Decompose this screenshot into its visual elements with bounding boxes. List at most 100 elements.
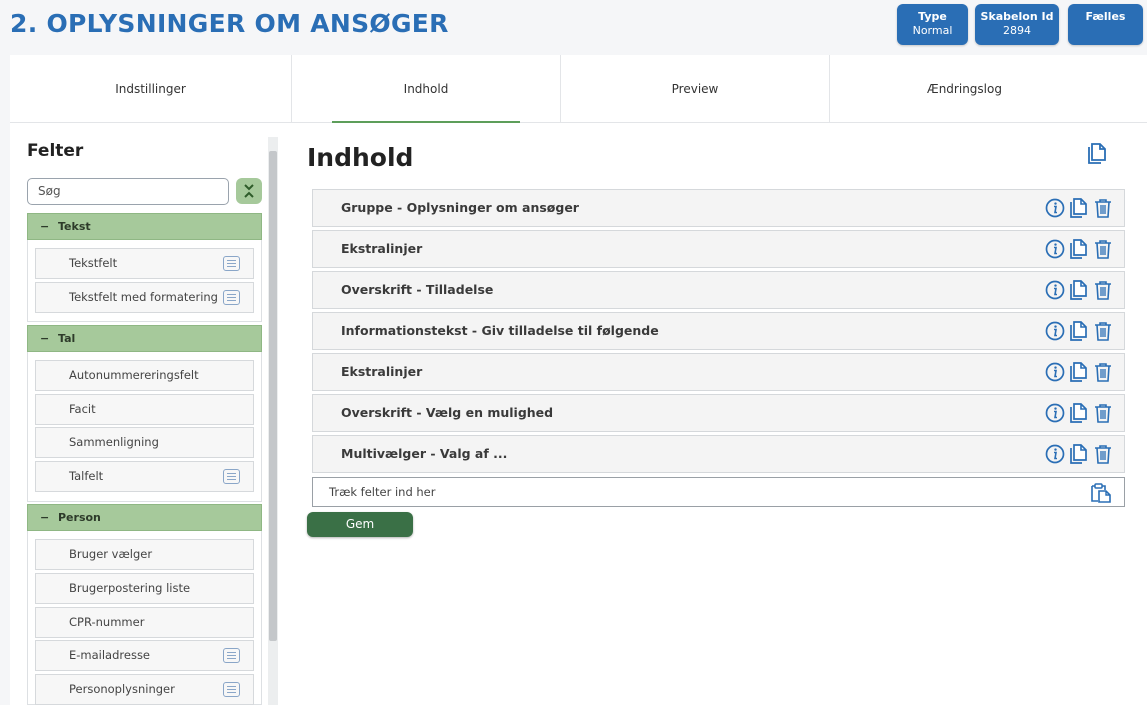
- copy-icon[interactable]: [1069, 321, 1089, 341]
- copy-icon[interactable]: [1069, 280, 1089, 300]
- sidebar-scrollbar[interactable]: [268, 137, 278, 705]
- info-icon[interactable]: [1045, 321, 1065, 341]
- content-row-label: Informationstekst - Giv tilladelse til f…: [341, 323, 659, 338]
- field-item[interactable]: Sammenligning: [35, 427, 254, 458]
- list-icon: [223, 290, 240, 305]
- info-icon[interactable]: [1045, 239, 1065, 259]
- row-actions: [1041, 362, 1113, 382]
- field-item[interactable]: CPR-nummer: [35, 607, 254, 638]
- field-item[interactable]: Bruger vælger: [35, 539, 254, 570]
- main-panel: Felter Søg − Tekst Tekstfelt Tekstfelt me…: [10, 123, 1147, 705]
- content-row-label: Ekstralinjer: [341, 364, 423, 379]
- group-header-tekst[interactable]: − Tekst: [27, 213, 262, 240]
- trash-icon[interactable]: [1093, 403, 1113, 423]
- drop-zone[interactable]: Træk felter ind her: [312, 477, 1125, 507]
- group-label: Tal: [58, 332, 76, 345]
- field-item[interactable]: Talfelt: [35, 461, 254, 492]
- save-button[interactable]: Gem: [307, 512, 413, 537]
- content-row[interactable]: Informationstekst - Giv tilladelse til f…: [312, 312, 1125, 350]
- content-row[interactable]: Ekstralinjer: [312, 353, 1125, 391]
- collapse-icon: [244, 184, 254, 198]
- content-row-label: Gruppe - Oplysninger om ansøger: [341, 200, 579, 215]
- info-icon[interactable]: [1045, 198, 1065, 218]
- content-row[interactable]: Overskrift - Tilladelse: [312, 271, 1125, 309]
- row-actions: [1041, 239, 1113, 259]
- trash-icon[interactable]: [1093, 362, 1113, 382]
- content-row-label: Overskrift - Tilladelse: [341, 282, 494, 297]
- template-id-badge[interactable]: Skabelon Id 2894: [975, 4, 1059, 45]
- content-row[interactable]: Overskrift - Vælg en mulighed: [312, 394, 1125, 432]
- tab-preview[interactable]: Preview: [561, 55, 830, 123]
- copy-icon[interactable]: [1069, 198, 1089, 218]
- trash-icon[interactable]: [1093, 444, 1113, 464]
- field-item[interactable]: Brugerpostering liste: [35, 573, 254, 604]
- group-label: Tekst: [58, 220, 91, 233]
- copy-icon[interactable]: [1069, 444, 1089, 464]
- field-label: Personoplysninger: [69, 682, 175, 696]
- copy-all-icon[interactable]: [1086, 143, 1108, 165]
- sidebar-title: Felter: [27, 141, 84, 161]
- tab-settings[interactable]: Indstillinger: [10, 55, 292, 123]
- content-row-label: Multivælger - Valg af ...: [341, 446, 508, 461]
- scrollbar-thumb[interactable]: [269, 151, 277, 641]
- type-badge[interactable]: Type Normal: [897, 4, 968, 45]
- info-icon[interactable]: [1045, 362, 1065, 382]
- tab-content[interactable]: Indhold: [292, 55, 561, 124]
- list-icon: [223, 469, 240, 484]
- template-id-badge-value: 2894: [1003, 24, 1031, 37]
- trash-icon[interactable]: [1093, 321, 1113, 341]
- trash-icon[interactable]: [1093, 280, 1113, 300]
- content-row[interactable]: Multivælger - Valg af ...: [312, 435, 1125, 473]
- fields-sidebar: Felter Søg − Tekst Tekstfelt Tekstfelt me…: [10, 123, 280, 705]
- shared-badge[interactable]: Fælles: [1068, 4, 1143, 45]
- copy-icon[interactable]: [1069, 362, 1089, 382]
- collapse-all-button[interactable]: [236, 178, 262, 204]
- field-label: Talfelt: [69, 469, 104, 483]
- tab-preview-label: Preview: [671, 82, 719, 96]
- info-icon[interactable]: [1045, 444, 1065, 464]
- field-item[interactable]: E-mailadresse: [35, 640, 254, 671]
- minus-icon: −: [40, 220, 50, 233]
- field-item[interactable]: Facit: [35, 394, 254, 425]
- content-row[interactable]: Gruppe - Oplysninger om ansøger: [312, 189, 1125, 227]
- page-title: 2. OPLYSNINGER OM ANSØGER: [10, 9, 449, 38]
- content-row-label: Ekstralinjer: [341, 241, 423, 256]
- field-item[interactable]: Personoplysninger: [35, 674, 254, 705]
- field-label: Brugerpostering liste: [69, 581, 191, 595]
- minus-icon: −: [40, 511, 50, 524]
- shared-badge-title: Fælles: [1085, 10, 1126, 23]
- group-header-tal[interactable]: − Tal: [27, 325, 262, 352]
- group-header-person[interactable]: − Person: [27, 504, 262, 531]
- field-item[interactable]: Autonummereringsfelt: [35, 360, 254, 391]
- content-title: Indhold: [307, 143, 414, 172]
- row-actions: [1041, 198, 1113, 218]
- row-actions: [1041, 321, 1113, 341]
- field-item[interactable]: Tekstfelt: [35, 248, 254, 279]
- tab-settings-label: Indstillinger: [115, 82, 186, 96]
- field-label: Facit: [69, 402, 96, 416]
- info-icon[interactable]: [1045, 403, 1065, 423]
- content-row[interactable]: Ekstralinjer: [312, 230, 1125, 268]
- info-icon[interactable]: [1045, 280, 1065, 300]
- search-input[interactable]: Søg: [27, 178, 229, 205]
- list-icon: [223, 682, 240, 697]
- content-row-label: Overskrift - Vælg en mulighed: [341, 405, 554, 420]
- drop-zone-label: Træk felter ind her: [329, 485, 436, 499]
- row-actions: [1041, 444, 1113, 464]
- header: 2. OPLYSNINGER OM ANSØGER Type Normal Sk…: [0, 0, 1147, 52]
- type-badge-value: Normal: [912, 24, 953, 37]
- field-label: Autonummereringsfelt: [69, 368, 199, 382]
- field-label: Bruger vælger: [69, 547, 153, 561]
- field-item[interactable]: Tekstfelt med formatering: [35, 282, 254, 313]
- trash-icon[interactable]: [1093, 198, 1113, 218]
- template-id-badge-title: Skabelon Id: [980, 10, 1054, 23]
- copy-icon[interactable]: [1069, 239, 1089, 259]
- copy-icon[interactable]: [1069, 403, 1089, 423]
- trash-icon[interactable]: [1093, 239, 1113, 259]
- paste-icon[interactable]: [1090, 483, 1112, 503]
- tab-changelog[interactable]: Ændringslog: [830, 55, 1099, 123]
- field-label: Tekstfelt med formatering: [69, 290, 218, 304]
- row-actions: [1041, 403, 1113, 423]
- tab-bar: Indstillinger Indhold Preview Ændringslo…: [10, 55, 1147, 124]
- field-label: E-mailadresse: [69, 648, 151, 662]
